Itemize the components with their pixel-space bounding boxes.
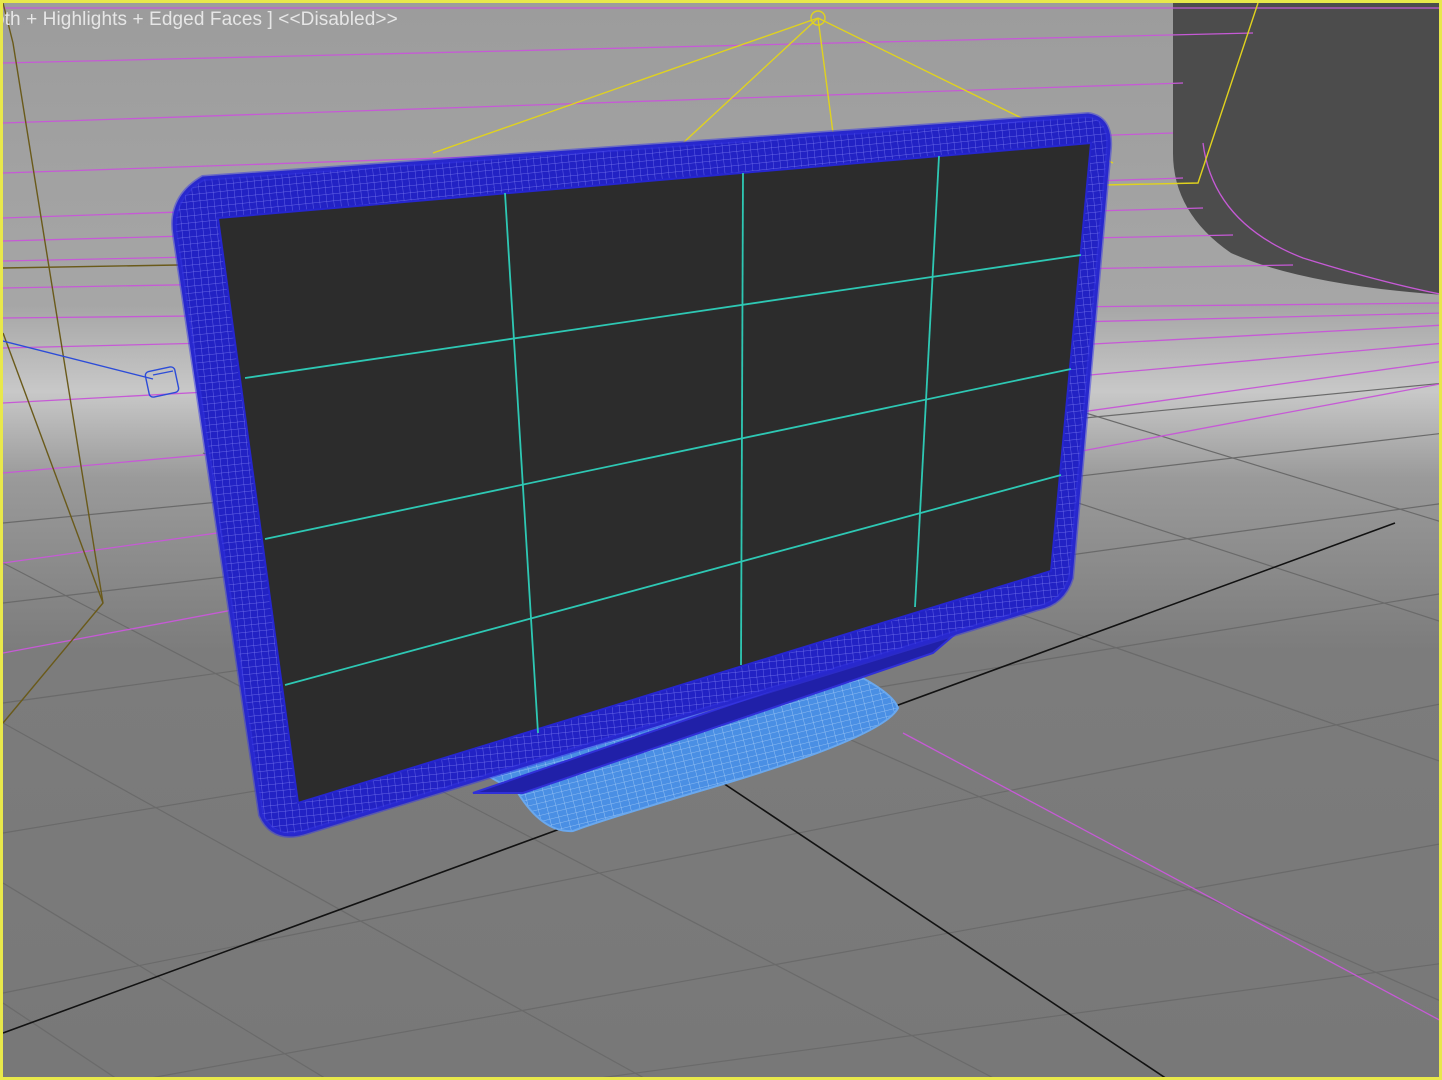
- viewport-scene[interactable]: [3, 3, 1442, 1080]
- perspective-viewport[interactable]: oth + Highlights + Edged Faces ] <<Disab…: [0, 0, 1442, 1080]
- viewport-label[interactable]: oth + Highlights + Edged Faces ] <<Disab…: [3, 9, 398, 31]
